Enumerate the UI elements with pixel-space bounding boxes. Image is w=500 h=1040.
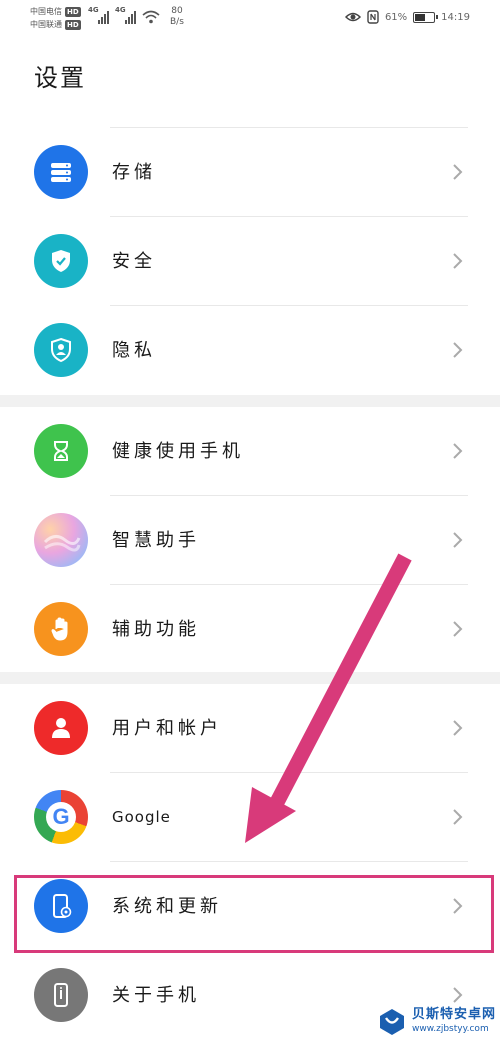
- settings-group-1: 存储 安全 隐私: [0, 128, 500, 395]
- google-icon: G: [34, 790, 88, 844]
- clock: 14:19: [441, 11, 470, 23]
- settings-item-google[interactable]: G Google: [0, 773, 500, 862]
- security-shield-icon: [34, 234, 88, 288]
- status-bar: 中国电信 HD 中国联通 HD 4G 4G 80 B/s 61% 14:19: [0, 0, 500, 40]
- settings-item-digital-balance[interactable]: 健康使用手机: [0, 407, 500, 496]
- settings-item-smart-assistant[interactable]: 智慧助手: [0, 496, 500, 585]
- settings-item-label: 隐私: [112, 340, 156, 361]
- storage-icon: [34, 145, 88, 199]
- chevron-right-icon: [453, 443, 463, 459]
- settings-group-3: 用户和帐户 G Google 系统和更新 关于手机: [0, 684, 500, 1040]
- hand-icon: [34, 602, 88, 656]
- settings-item-accessibility[interactable]: 辅助功能: [0, 585, 500, 674]
- settings-item-privacy[interactable]: 隐私: [0, 306, 500, 395]
- carrier-info: 中国电信 HD 中国联通 HD: [30, 5, 81, 31]
- chevron-right-icon: [453, 621, 463, 637]
- chevron-right-icon: [453, 720, 463, 736]
- settings-group-2: 健康使用手机 智慧助手 辅助功能: [0, 407, 500, 674]
- hd-badge-2: HD: [65, 19, 81, 30]
- smart-assistant-icon: [34, 513, 88, 567]
- user-icon: [34, 701, 88, 755]
- highlight-box: [14, 875, 494, 953]
- page-title: 设置: [34, 64, 86, 92]
- chevron-right-icon: [453, 164, 463, 180]
- privacy-icon: [34, 323, 88, 377]
- eye-comfort-icon: [344, 12, 361, 22]
- watermark: 贝斯特安卓网 www.zjbstyy.com: [377, 1007, 496, 1037]
- carrier-1: 中国电信: [30, 7, 62, 16]
- settings-item-security[interactable]: 安全: [0, 217, 500, 306]
- hourglass-icon: [34, 424, 88, 478]
- section-separator: [0, 395, 500, 407]
- settings-item-label: 健康使用手机: [112, 441, 244, 462]
- signal-strength-icon: 4G: [115, 6, 136, 24]
- settings-item-label: Google: [112, 808, 171, 826]
- settings-item-label: 用户和帐户: [112, 718, 222, 739]
- watermark-url: www.zjbstyy.com: [411, 1024, 489, 1034]
- battery-percent: 61%: [384, 11, 408, 23]
- watermark-title: 贝斯特安卓网: [411, 1007, 496, 1022]
- battery-icon: [413, 11, 439, 23]
- phone-info-icon: [34, 968, 88, 1022]
- watermark-logo-icon: [379, 1009, 404, 1035]
- section-separator: [0, 672, 500, 684]
- wifi-icon: [142, 10, 160, 24]
- settings-item-label: 存储: [112, 162, 156, 183]
- settings-item-label: 辅助功能: [112, 619, 200, 640]
- carrier-2: 中国联通: [30, 20, 62, 29]
- signal-strength-icon: 4G: [88, 6, 109, 24]
- settings-item-label: 关于手机: [112, 985, 200, 1006]
- hd-badge-1: HD: [65, 6, 81, 17]
- signal-indicators: 4G 4G: [88, 6, 160, 24]
- chevron-right-icon: [453, 342, 463, 358]
- settings-item-label: 安全: [112, 251, 156, 272]
- network-speed: 80 B/s: [170, 6, 184, 27]
- chevron-right-icon: [453, 253, 463, 269]
- chevron-right-icon: [453, 532, 463, 548]
- settings-item-users-accounts[interactable]: 用户和帐户: [0, 684, 500, 773]
- settings-item-label: 智慧助手: [112, 530, 200, 551]
- status-right: 61% 14:19: [344, 10, 470, 24]
- nfc-icon: [367, 10, 379, 24]
- chevron-right-icon: [453, 987, 463, 1003]
- settings-item-storage[interactable]: 存储: [0, 128, 500, 217]
- chevron-right-icon: [453, 809, 463, 825]
